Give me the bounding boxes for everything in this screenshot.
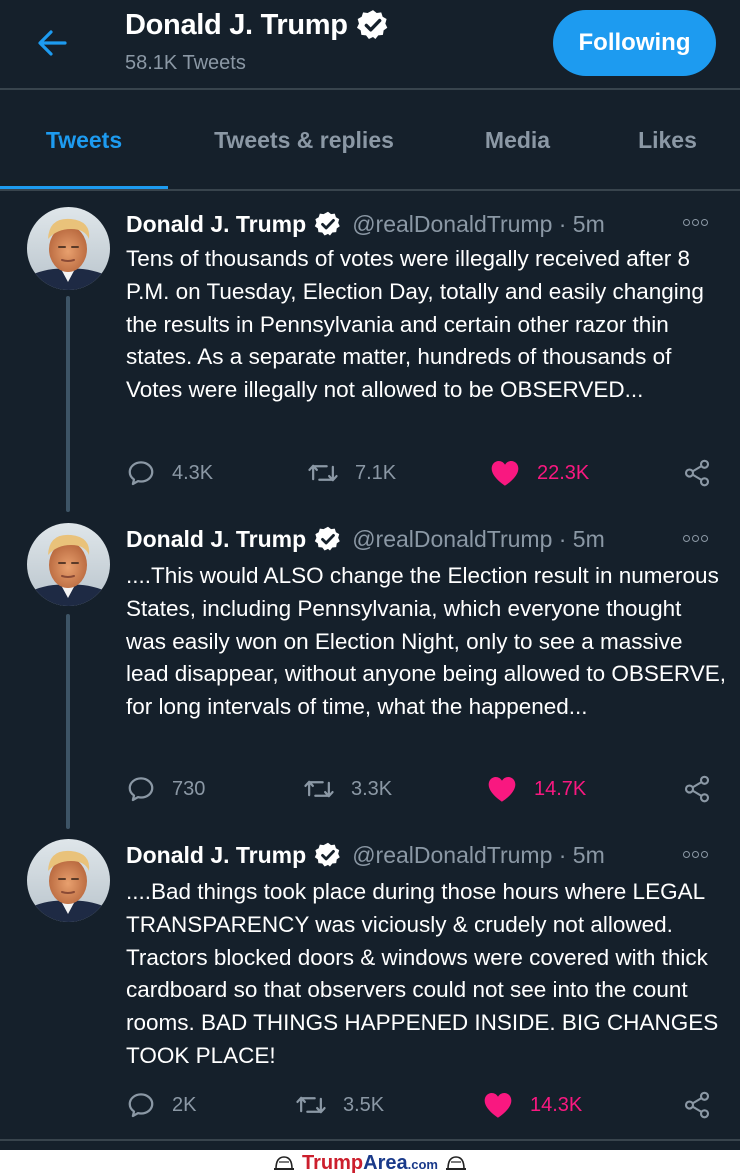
like-button[interactable]: 14.3K [482, 1087, 582, 1123]
back-button[interactable] [32, 26, 72, 60]
following-button[interactable]: Following [553, 10, 716, 76]
logo-trump-text: Trump [302, 1151, 364, 1174]
profile-header: Donald J. Trump 58.1K Tweets Following [0, 0, 740, 88]
share-button[interactable] [682, 455, 712, 491]
tab-tweets-and-replies[interactable]: Tweets & replies [168, 90, 440, 190]
reply-icon [128, 461, 154, 486]
tab-likes[interactable]: Likes [595, 90, 740, 190]
reply-button[interactable]: 2K [126, 1087, 196, 1123]
more-options-icon[interactable] [683, 219, 708, 226]
retweet-button[interactable]: 3.5K [295, 1087, 384, 1123]
tab-media[interactable]: Media [440, 90, 595, 190]
like-count: 14.3K [530, 1093, 583, 1116]
thread-line [66, 296, 70, 512]
tweet-author-name[interactable]: Donald J. Trump [126, 526, 306, 553]
like-button[interactable]: 14.7K [486, 771, 586, 807]
tweet-handle-time[interactable]: @realDonaldTrump · 5m [352, 211, 605, 238]
retweet-count: 3.5K [343, 1093, 385, 1116]
retweet-icon [296, 1096, 326, 1114]
reply-count: 730 [172, 777, 206, 800]
tweet-header: Donald J. Trump @realDonaldTrump · 5m [126, 522, 605, 556]
retweet-icon [304, 780, 334, 798]
tweet-count: 58.1K Tweets [125, 52, 246, 74]
avatar[interactable] [27, 523, 110, 606]
tweet-text: Tens of thousands of votes were illegall… [126, 246, 704, 403]
like-button[interactable]: 22.3K [489, 455, 589, 491]
logo-com-text: .com [407, 1156, 438, 1172]
reply-icon [128, 1093, 154, 1118]
tweet-author-name[interactable]: Donald J. Trump [126, 842, 306, 869]
verified-badge-icon [314, 210, 342, 238]
heart-filled-icon [491, 461, 519, 486]
tweet-header: Donald J. Trump @realDonaldTrump · 5m [126, 838, 605, 872]
verified-badge-icon [314, 525, 342, 553]
share-icon [684, 459, 710, 487]
tweet-text: ....Bad things took place during those h… [126, 879, 719, 1068]
retweet-count: 3.3K [351, 777, 393, 800]
avatar[interactable] [27, 839, 110, 922]
tweet-actions: 4.3K 7.1K 22.3K [126, 455, 716, 491]
tab-tweets[interactable]: Tweets [0, 90, 168, 190]
like-count: 14.7K [534, 777, 587, 800]
more-options-icon[interactable] [683, 535, 708, 542]
hat-icon [445, 1156, 466, 1170]
retweet-icon [308, 464, 338, 482]
reply-count: 4.3K [172, 461, 214, 484]
back-arrow-icon [38, 30, 67, 56]
like-count: 22.3K [537, 461, 590, 484]
verified-badge-icon [356, 8, 390, 42]
reply-icon [128, 777, 154, 802]
verified-badge-icon [314, 841, 342, 869]
reply-button[interactable]: 4.3K [126, 455, 213, 491]
share-button[interactable] [682, 771, 712, 807]
tweet-author-name[interactable]: Donald J. Trump [126, 211, 306, 238]
watermark-footer: TrumpArea.com [0, 1150, 740, 1176]
retweet-button[interactable]: 3.3K [303, 771, 392, 807]
tweet-header: Donald J. Trump @realDonaldTrump · 5m [126, 207, 605, 241]
thread-line [66, 614, 70, 829]
logo-area-text: Area [363, 1151, 408, 1174]
hat-icon [274, 1156, 295, 1170]
reply-button[interactable]: 730 [126, 771, 205, 807]
heart-filled-icon [488, 777, 516, 802]
heart-filled-icon [484, 1093, 512, 1118]
trumparea-logo: TrumpArea.com [272, 1152, 468, 1175]
retweet-button[interactable]: 7.1K [307, 455, 396, 491]
profile-name: Donald J. Trump [125, 8, 348, 41]
tweet-actions: 730 3.3K 14.7K [126, 771, 716, 807]
avatar[interactable] [27, 207, 110, 290]
tweet-handle-time[interactable]: @realDonaldTrump · 5m [352, 842, 605, 869]
more-options-icon[interactable] [683, 851, 708, 858]
share-icon [684, 1091, 710, 1119]
tweet-text: ....This would ALSO change the Election … [126, 563, 726, 720]
tweet-actions: 2K 3.5K 14.3K [126, 1087, 716, 1123]
tabs-divider [0, 189, 740, 191]
profile-tabs: Tweets Tweets & replies Media Likes [0, 90, 740, 190]
tweet-handle-time[interactable]: @realDonaldTrump · 5m [352, 526, 605, 553]
retweet-count: 7.1K [355, 461, 397, 484]
profile-name-row: Donald J. Trump [125, 8, 390, 42]
share-button[interactable] [682, 1087, 712, 1123]
reply-count: 2K [172, 1093, 197, 1116]
share-icon [684, 775, 710, 803]
tweet-divider [0, 1139, 740, 1141]
